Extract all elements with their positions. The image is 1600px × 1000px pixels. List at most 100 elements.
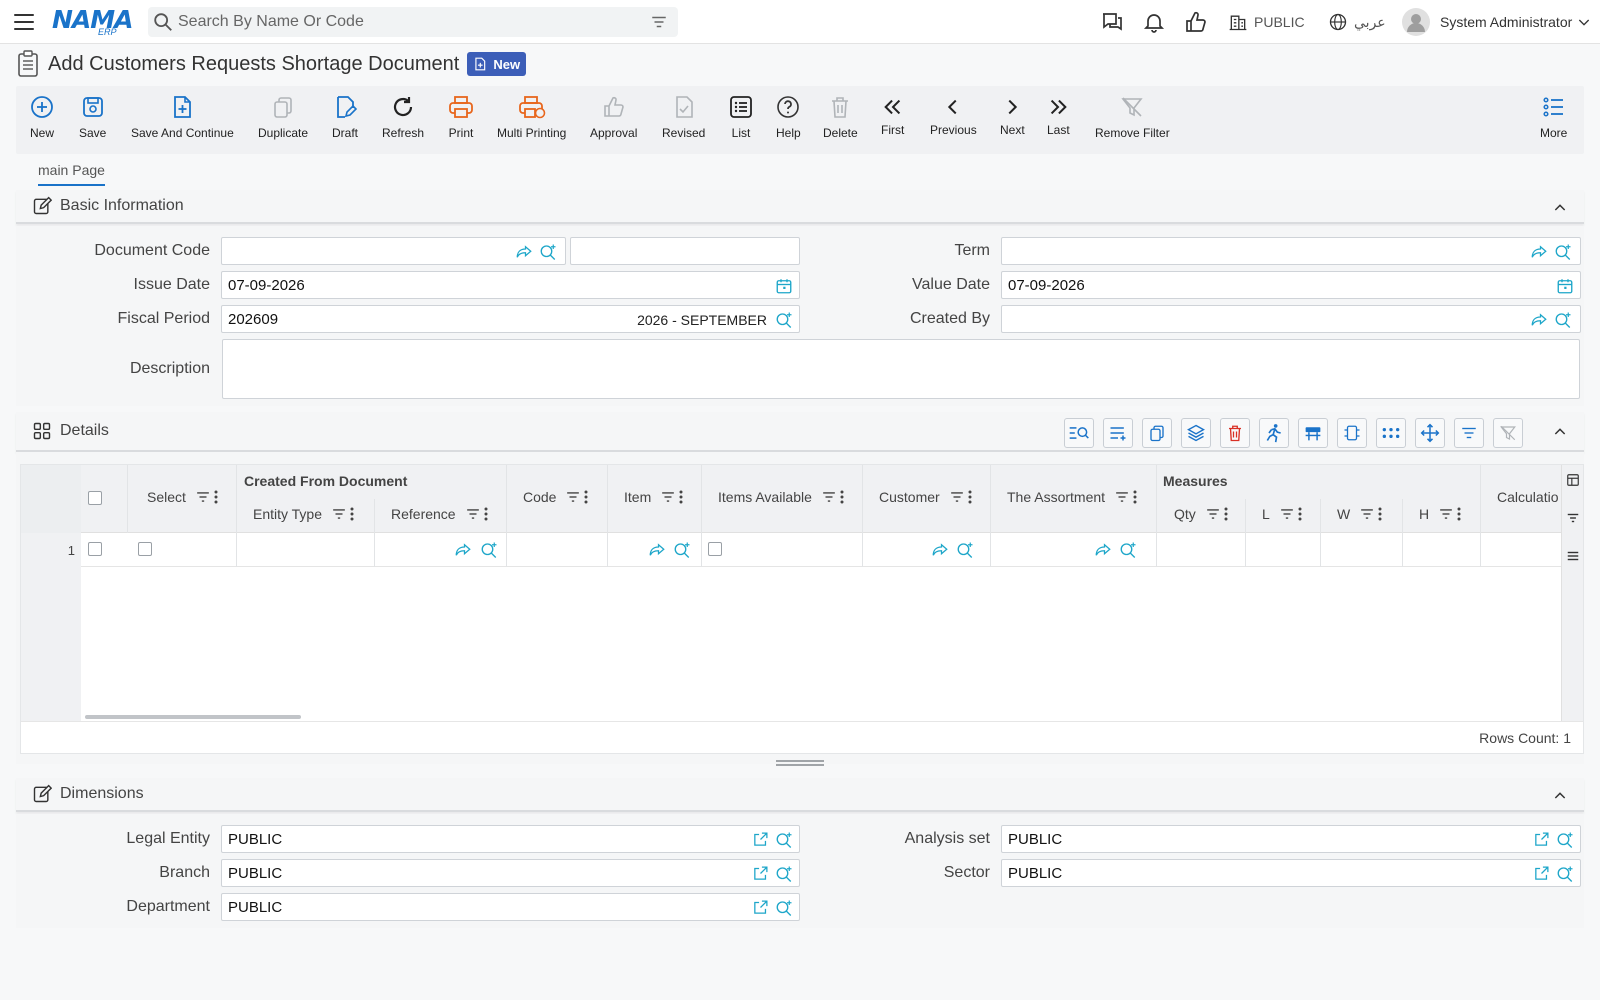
column-menu-icon[interactable] bbox=[840, 490, 844, 504]
search-plus-icon[interactable] bbox=[480, 541, 498, 559]
grid-remove-filter-button[interactable] bbox=[1493, 418, 1523, 448]
layers-button[interactable] bbox=[1181, 418, 1211, 448]
basic-information-header[interactable]: Basic Information bbox=[16, 190, 1584, 224]
external-link-icon[interactable] bbox=[752, 865, 769, 882]
entity-type-header[interactable]: Entity Type bbox=[253, 506, 354, 522]
dimensions-header[interactable]: Dimensions bbox=[16, 778, 1584, 812]
search-input[interactable] bbox=[178, 13, 638, 31]
copy-row-button[interactable] bbox=[1142, 418, 1172, 448]
document-code-field[interactable] bbox=[221, 237, 566, 265]
revised-button[interactable]: Revised bbox=[662, 94, 705, 140]
share-arrow-icon[interactable] bbox=[454, 541, 472, 559]
remove-filter-button[interactable]: Remove Filter bbox=[1095, 94, 1170, 140]
menu-icon[interactable] bbox=[14, 13, 34, 30]
table-columns-icon[interactable] bbox=[1566, 473, 1580, 487]
branch-field[interactable]: PUBLIC bbox=[221, 859, 800, 887]
assortment-header[interactable]: The Assortment bbox=[1007, 489, 1137, 505]
issue-date-field[interactable]: 07-09-2026 bbox=[221, 271, 800, 299]
add-row-button[interactable] bbox=[1103, 418, 1133, 448]
search-plus-icon[interactable] bbox=[775, 899, 793, 917]
logo[interactable]: NAMA ERP bbox=[52, 5, 134, 37]
column-filter-icon[interactable] bbox=[950, 491, 964, 503]
duplicate-button[interactable]: Duplicate bbox=[258, 94, 308, 140]
run-button[interactable] bbox=[1259, 418, 1289, 448]
search-plus-icon[interactable] bbox=[673, 541, 691, 559]
qty-header[interactable]: Qty bbox=[1174, 506, 1228, 522]
column-filter-icon[interactable] bbox=[1439, 508, 1453, 520]
chat-icon[interactable] bbox=[1100, 0, 1124, 44]
fiscal-period-field[interactable]: 202609 2026 - SEPTEMBER bbox=[221, 305, 800, 333]
l-header[interactable]: L bbox=[1262, 506, 1302, 522]
row-select-checkbox[interactable] bbox=[88, 542, 102, 556]
column-menu-icon[interactable] bbox=[350, 507, 354, 521]
approval-button[interactable]: Approval bbox=[590, 94, 637, 140]
thumbs-up-icon[interactable] bbox=[1184, 0, 1208, 44]
column-menu-icon[interactable] bbox=[214, 490, 218, 504]
details-header[interactable]: Details bbox=[16, 412, 1584, 452]
move-button[interactable] bbox=[1415, 418, 1445, 448]
legal-entity-field[interactable]: PUBLIC bbox=[221, 825, 800, 853]
delete-row-button[interactable] bbox=[1220, 418, 1250, 448]
items-available-checkbox[interactable] bbox=[708, 542, 722, 556]
external-link-icon[interactable] bbox=[1533, 865, 1550, 882]
column-filter-icon[interactable] bbox=[196, 491, 210, 503]
first-button[interactable]: First bbox=[881, 94, 904, 137]
sector-field[interactable]: PUBLIC bbox=[1001, 859, 1581, 887]
column-filter-icon[interactable] bbox=[332, 508, 346, 520]
column-menu-icon[interactable] bbox=[1298, 507, 1302, 521]
column-menu-icon[interactable] bbox=[1378, 507, 1382, 521]
chevron-up-icon[interactable] bbox=[1552, 200, 1568, 216]
share-arrow-icon[interactable] bbox=[1530, 243, 1548, 261]
search-plus-icon[interactable] bbox=[775, 311, 793, 329]
save-and-continue-button[interactable]: Save And Continue bbox=[131, 94, 234, 140]
share-arrow-icon[interactable] bbox=[515, 243, 533, 261]
column-filter-icon[interactable] bbox=[1115, 491, 1129, 503]
search-plus-icon[interactable] bbox=[775, 831, 793, 849]
print-button[interactable]: Print bbox=[448, 94, 474, 140]
filter-icon[interactable] bbox=[1566, 511, 1580, 525]
previous-button[interactable]: Previous bbox=[930, 94, 977, 137]
calculation-header[interactable]: Calculatio bbox=[1497, 489, 1559, 505]
search-plus-icon[interactable] bbox=[539, 243, 557, 261]
select-checkbox[interactable] bbox=[138, 542, 152, 556]
fit-columns-button[interactable] bbox=[1337, 418, 1367, 448]
analysis-set-field[interactable]: PUBLIC bbox=[1001, 825, 1581, 853]
column-filter-icon[interactable] bbox=[661, 491, 675, 503]
grid-search-button[interactable] bbox=[1064, 418, 1094, 448]
items-available-header[interactable]: Items Available bbox=[718, 489, 844, 505]
customer-header[interactable]: Customer bbox=[879, 489, 972, 505]
user-menu[interactable]: System Administrator bbox=[1402, 0, 1592, 44]
item-header[interactable]: Item bbox=[624, 489, 683, 505]
delete-button[interactable]: Delete bbox=[823, 94, 858, 140]
description-textarea[interactable] bbox=[222, 339, 1580, 399]
save-button[interactable]: Save bbox=[79, 94, 106, 140]
column-filter-icon[interactable] bbox=[1280, 508, 1294, 520]
column-menu-icon[interactable] bbox=[1457, 507, 1461, 521]
h-header[interactable]: H bbox=[1419, 506, 1461, 522]
department-field[interactable]: PUBLIC bbox=[221, 893, 800, 921]
horizontal-scrollbar[interactable] bbox=[85, 715, 301, 719]
column-filter-icon[interactable] bbox=[1206, 508, 1220, 520]
document-code-name-field[interactable] bbox=[570, 237, 800, 265]
chevron-up-icon[interactable] bbox=[1552, 788, 1568, 804]
company-selector[interactable]: PUBLIC bbox=[1228, 0, 1305, 44]
help-button[interactable]: Help bbox=[776, 94, 801, 140]
calendar-icon[interactable] bbox=[1556, 277, 1574, 295]
created-by-field[interactable] bbox=[1001, 305, 1581, 333]
column-menu-icon[interactable] bbox=[484, 507, 488, 521]
reference-header[interactable]: Reference bbox=[391, 506, 488, 522]
column-filter-icon[interactable] bbox=[1360, 508, 1374, 520]
external-link-icon[interactable] bbox=[752, 831, 769, 848]
bell-icon[interactable] bbox=[1142, 0, 1166, 44]
external-link-icon[interactable] bbox=[752, 899, 769, 916]
list-button[interactable]: List bbox=[729, 94, 753, 140]
refresh-button[interactable]: Refresh bbox=[382, 94, 424, 140]
code-header[interactable]: Code bbox=[523, 489, 588, 505]
select-header[interactable]: Select bbox=[147, 489, 218, 505]
search-plus-icon[interactable] bbox=[1556, 865, 1574, 883]
resize-handle[interactable] bbox=[776, 760, 824, 766]
column-menu-icon[interactable] bbox=[1133, 490, 1137, 504]
filter-icon[interactable] bbox=[650, 13, 668, 31]
more-options-button[interactable] bbox=[1376, 418, 1406, 448]
column-menu-icon[interactable] bbox=[1224, 507, 1228, 521]
